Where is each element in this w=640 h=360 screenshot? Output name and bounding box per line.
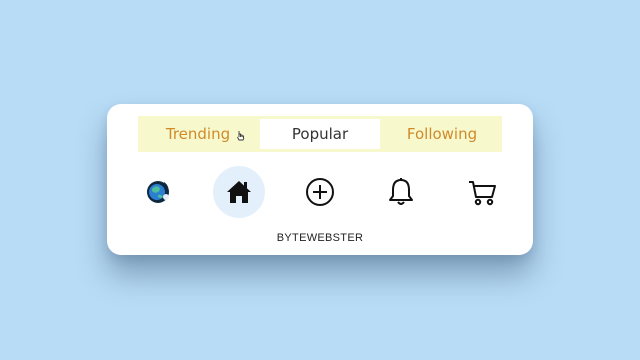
home-icon bbox=[227, 181, 251, 203]
cart-icon bbox=[469, 181, 496, 206]
tab-trending-label: Trending bbox=[165, 125, 231, 143]
nav-home[interactable] bbox=[213, 166, 265, 218]
nav-notifications[interactable] bbox=[375, 166, 427, 218]
nav-card: Trending Popular Following BYTEWEBSTER bbox=[107, 104, 533, 255]
tab-popular[interactable]: Popular bbox=[260, 119, 380, 149]
tab-bar: Trending Popular Following bbox=[138, 116, 502, 152]
add-circle-icon bbox=[306, 178, 334, 206]
hand-cursor-icon bbox=[237, 131, 245, 141]
brand-text: BYTEWEBSTER bbox=[276, 232, 364, 244]
nav-avatar[interactable] bbox=[132, 166, 184, 218]
bottom-nav bbox=[107, 166, 533, 220]
planet-avatar-icon bbox=[147, 181, 169, 203]
nav-add[interactable] bbox=[294, 166, 346, 218]
nav-cart[interactable] bbox=[456, 166, 508, 218]
tab-following[interactable]: Following bbox=[382, 116, 502, 152]
tab-trending[interactable]: Trending bbox=[138, 116, 258, 152]
bell-icon bbox=[389, 178, 413, 205]
tab-popular-label: Popular bbox=[291, 125, 349, 143]
tab-following-label: Following bbox=[406, 125, 478, 143]
